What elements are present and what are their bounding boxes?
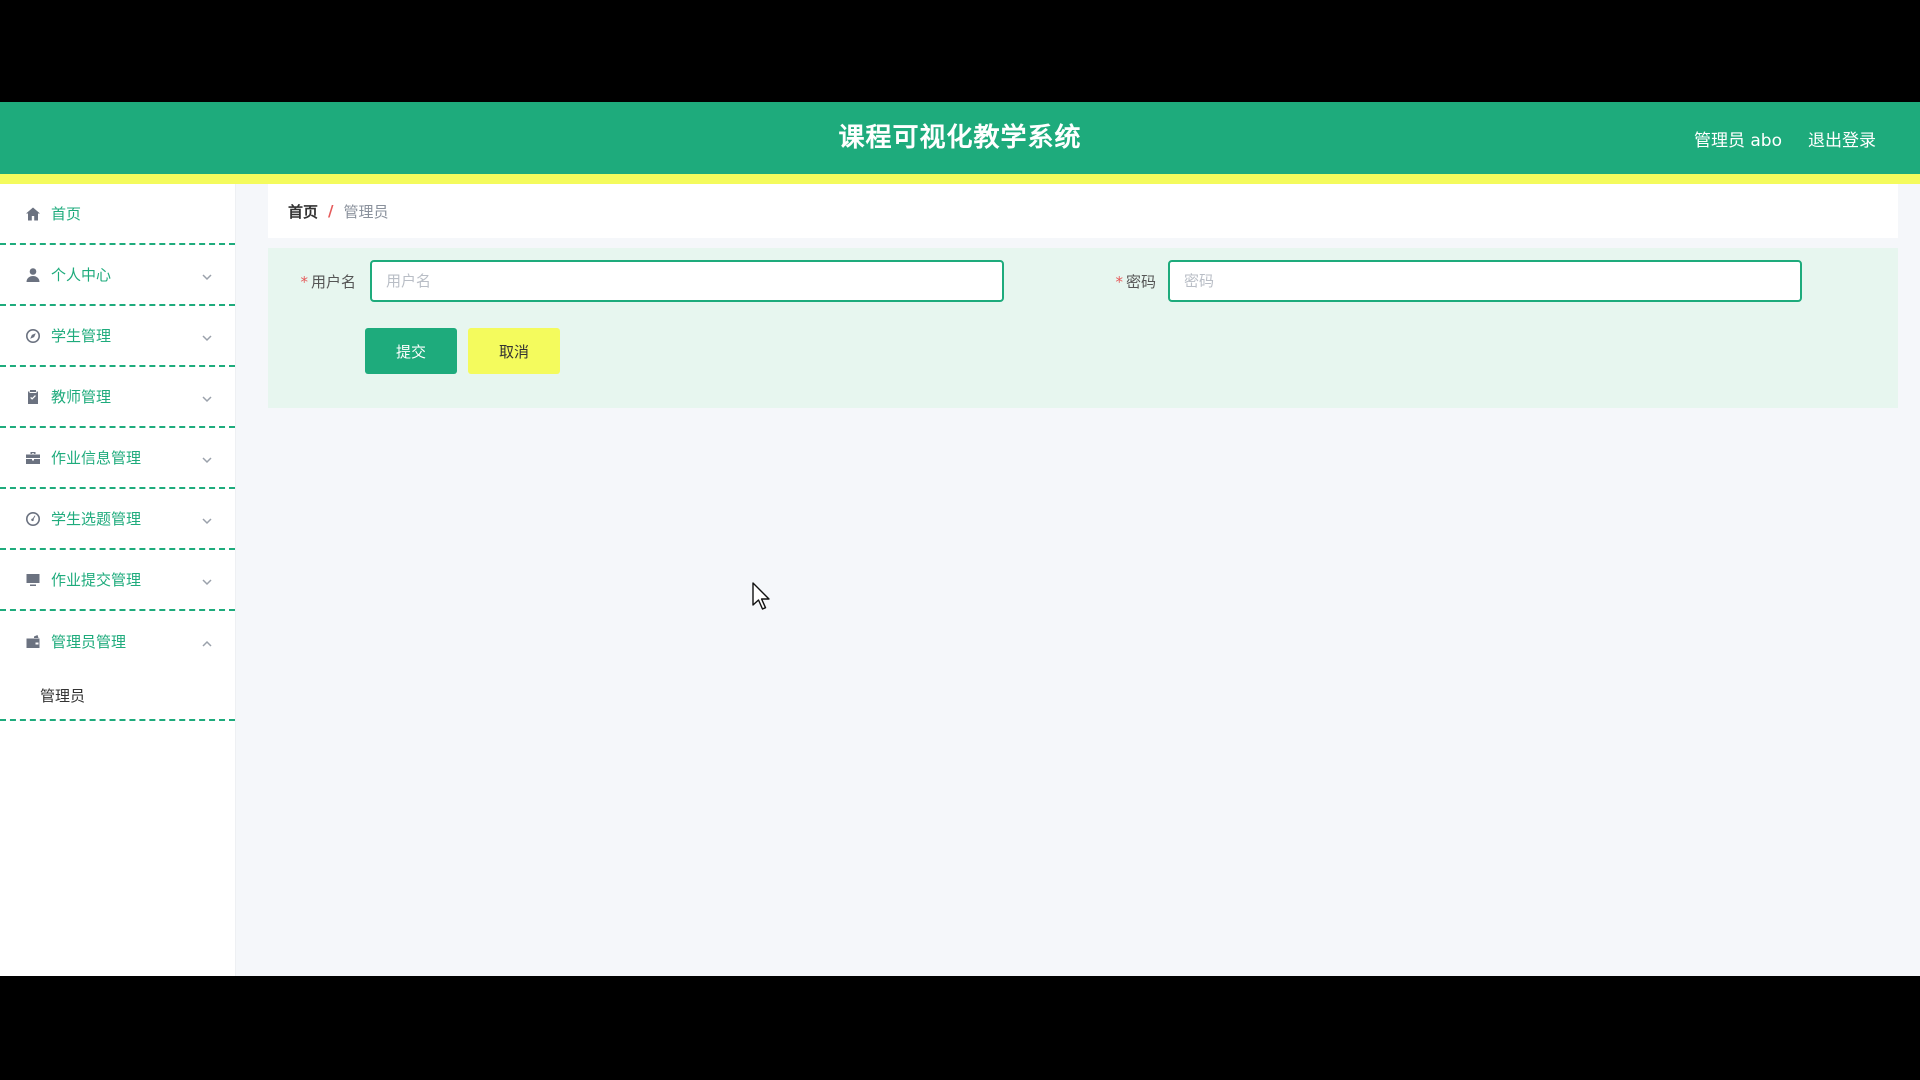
sidebar-item-label: 管理员管理 [51, 633, 127, 651]
briefcase-icon [24, 449, 42, 467]
sidebar-item-teachers[interactable]: 教师管理 [0, 367, 235, 428]
mouse-cursor-icon [752, 582, 770, 610]
user-icon [24, 266, 42, 284]
chevron-up-icon [201, 636, 213, 648]
sidebar-item-topic-selection[interactable]: 学生选题管理 [0, 489, 235, 550]
sidebar-menu: 首页 个人中心 学生管理 教师管理 作业信息管理 学生选题管理 作业提交管理 管… [0, 184, 236, 976]
clipboard-icon [24, 388, 42, 406]
app-window: 课程可视化教学系统 管理员 abo 退出登录 首页 个人中心 学生管理 教师管理… [0, 102, 1920, 976]
wallet-icon [24, 633, 42, 651]
chevron-down-icon [201, 513, 213, 525]
home-icon [24, 205, 42, 223]
top-header: 课程可视化教学系统 管理员 abo 退出登录 [0, 102, 1920, 174]
username-row: * 用户名 [296, 260, 1004, 302]
sidebar-item-label: 个人中心 [51, 266, 112, 284]
screen: 课程可视化教学系统 管理员 abo 退出登录 首页 个人中心 学生管理 教师管理… [0, 0, 1920, 1080]
sidebar-item-label: 学生管理 [51, 327, 112, 345]
breadcrumb-separator: / [328, 202, 334, 220]
password-label-text: 密码 [1125, 272, 1156, 291]
sidebar-item-homework-submission[interactable]: 作业提交管理 [0, 550, 235, 611]
chevron-down-icon [201, 269, 213, 281]
sidebar-item-admin-management[interactable]: 管理员管理 [0, 611, 235, 672]
password-input[interactable] [1168, 260, 1802, 302]
chevron-down-icon [201, 574, 213, 586]
password-label: * 密码 [1106, 271, 1156, 292]
logout-link[interactable]: 退出登录 [1808, 126, 1876, 151]
sidebar-item-homework-info[interactable]: 作业信息管理 [0, 428, 235, 489]
submit-button[interactable]: 提交 [365, 328, 457, 374]
required-mark: * [1115, 272, 1123, 291]
username-label-text: 用户名 [310, 272, 356, 291]
sidebar-item-label: 作业提交管理 [51, 571, 142, 589]
cancel-button[interactable]: 取消 [468, 328, 560, 374]
sidebar-group-admin: 管理员管理 管理员 [0, 611, 235, 721]
chevron-down-icon [201, 452, 213, 464]
sidebar-item-label: 教师管理 [51, 388, 112, 406]
password-row: * 密码 [1106, 260, 1802, 302]
sidebar-item-home[interactable]: 首页 [0, 184, 235, 245]
admin-form: *用户名 *密码 提交 取消 [268, 248, 1898, 408]
required-mark: * [300, 272, 308, 291]
sidebar-item-label: 首页 [51, 205, 82, 223]
compass-icon [24, 327, 42, 345]
breadcrumb-current: 管理员 [343, 202, 389, 221]
chevron-down-icon [201, 330, 213, 342]
chevron-down-icon [201, 391, 213, 403]
sidebar-item-label: 作业信息管理 [51, 449, 142, 467]
sidebar-subitem-label: 管理员 [40, 687, 86, 705]
sidebar-subitem-admin[interactable]: 管理员 [0, 672, 235, 719]
sidebar-item-students[interactable]: 学生管理 [0, 306, 235, 367]
app-title: 课程可视化教学系统 [838, 123, 1082, 153]
sidebar-item-profile[interactable]: 个人中心 [0, 245, 235, 306]
monitor-icon [24, 571, 42, 589]
sidebar-item-label: 学生选题管理 [51, 510, 142, 528]
breadcrumb-home[interactable]: 首页 [288, 201, 318, 222]
username-label: * 用户名 [296, 271, 356, 292]
current-user-label: 管理员 abo [1693, 130, 1782, 151]
gauge-icon [24, 510, 42, 528]
header-accent-stripe [0, 174, 1920, 184]
username-input[interactable] [370, 260, 1004, 302]
breadcrumb: 首页 / 管理员 [268, 184, 1898, 238]
header-user-area: 管理员 abo 退出登录 [1694, 102, 1876, 174]
